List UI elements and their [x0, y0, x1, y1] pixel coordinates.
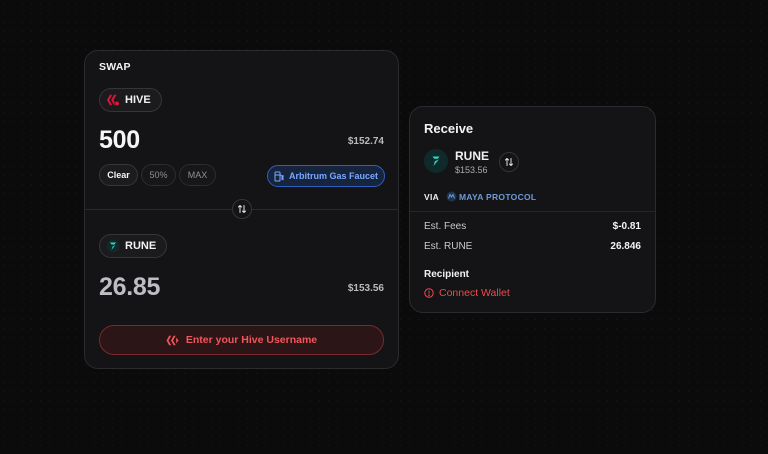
alert-circle-icon: [424, 288, 434, 298]
gas-pump-icon: [274, 171, 284, 182]
est-fees-label: Est. Fees: [424, 221, 467, 232]
faucet-label: Arbitrum Gas Faucet: [288, 171, 379, 181]
rune-logo-icon: [106, 239, 120, 253]
swap-arrows-icon: [504, 157, 514, 167]
hive-logo-icon: [106, 93, 120, 107]
connect-wallet-label: Connect Wallet: [439, 287, 510, 299]
receive-swap-toggle[interactable]: [499, 152, 519, 172]
receive-card: Receive RUNE $153.56 VIA MAYA PROTOCOL E…: [409, 106, 656, 313]
receive-usd-value: $153.56: [455, 165, 488, 175]
to-token-selector[interactable]: RUNE: [99, 234, 168, 258]
arbitrum-gas-faucet-button[interactable]: Arbitrum Gas Faucet: [267, 165, 385, 187]
connect-wallet-link[interactable]: Connect Wallet: [424, 287, 510, 299]
enter-hive-username-button[interactable]: Enter your Hive Username: [99, 325, 384, 355]
via-protocol-name: MAYA PROTOCOL: [459, 192, 537, 202]
from-usd-value: $152.74: [347, 136, 384, 147]
from-token-label: HIVE: [125, 94, 151, 106]
maya-logo-icon: [446, 191, 457, 202]
switch-direction-button[interactable]: [232, 199, 252, 219]
to-usd-value: $153.56: [347, 283, 384, 294]
cta-label: Enter your Hive Username: [185, 334, 318, 346]
max-button[interactable]: MAX: [179, 164, 216, 186]
receive-divider: [410, 211, 655, 212]
clear-button[interactable]: Clear: [99, 164, 138, 186]
est-rune-value: 26.846: [610, 241, 641, 252]
to-amount-value: 26.85: [99, 273, 161, 301]
from-amount-input[interactable]: 500: [99, 128, 140, 153]
swap-arrows-icon: [237, 204, 247, 214]
via-label: VIA: [424, 192, 440, 202]
est-fees-value: $-0.81: [612, 221, 641, 232]
swap-title: SWAP: [99, 61, 131, 73]
recipient-label: Recipient: [424, 269, 470, 280]
hive-logo-icon: [166, 335, 179, 346]
rune-logo-icon: [424, 149, 448, 173]
receive-token-label: RUNE: [455, 149, 490, 163]
half-button[interactable]: 50%: [141, 164, 176, 186]
est-rune-label: Est. RUNE: [424, 241, 473, 252]
to-token-label: RUNE: [125, 240, 157, 252]
receive-title: Receive: [424, 121, 474, 136]
swap-card: SWAP HIVE 500 $152.74 Clear 50% MAX Arbi…: [84, 50, 399, 369]
from-token-selector[interactable]: HIVE: [99, 88, 162, 112]
